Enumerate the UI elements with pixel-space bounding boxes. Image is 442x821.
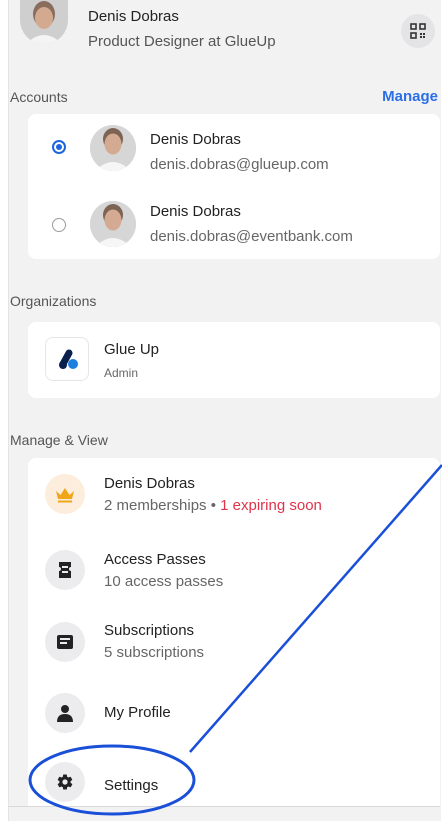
qr-code-icon (410, 23, 426, 39)
crown-icon (45, 474, 85, 514)
account-item[interactable]: Denis Dobras denis.dobras@glueup.com (28, 114, 440, 186)
header-role: Product Designer at GlueUp (88, 33, 276, 50)
manage-view-section-label: Manage & View (10, 432, 108, 448)
accounts-section-label: Accounts (10, 89, 68, 105)
memberships-item[interactable] (28, 458, 440, 530)
access-passes-title: Access Passes (104, 551, 206, 568)
subscriptions-item[interactable] (28, 612, 440, 676)
subscription-icon (45, 622, 85, 662)
subscriptions-title: Subscriptions (104, 622, 195, 639)
organizations-section-label: Organizations (10, 293, 97, 309)
accounts-card: Denis Dobras denis.dobras@glueup.com Den… (28, 114, 440, 259)
settings-item[interactable] (28, 752, 440, 806)
organization-item[interactable] (28, 322, 440, 398)
my-profile-title: My Profile (104, 704, 171, 721)
account-email: denis.dobras@eventbank.com (150, 228, 353, 245)
access-passes-item[interactable] (28, 540, 440, 604)
organization-name: Glue Up (104, 341, 160, 358)
account-name: Denis Dobras (150, 203, 241, 220)
pass-icon (45, 550, 85, 590)
account-radio-selected[interactable] (52, 140, 66, 154)
subscriptions-sub: 5 subscriptions (104, 644, 205, 661)
header-name: Denis Dobras (88, 8, 179, 25)
account-item[interactable]: Denis Dobras denis.dobras@eventbank.com (28, 186, 440, 258)
my-profile-item[interactable] (28, 684, 440, 744)
account-avatar (90, 201, 136, 247)
membership-sub: 2 memberships • 1 expiring soon (104, 497, 322, 514)
account-radio-unselected[interactable] (52, 218, 66, 232)
person-icon (45, 693, 85, 733)
expiring-soon-label: 1 expiring soon (220, 497, 322, 514)
qr-code-button[interactable] (401, 14, 435, 48)
gear-icon (45, 762, 85, 802)
organizations-card (28, 322, 440, 398)
divider (8, 806, 440, 807)
account-avatar (90, 125, 136, 171)
settings-title: Settings (104, 777, 159, 794)
account-name: Denis Dobras (150, 131, 241, 148)
account-email: denis.dobras@glueup.com (150, 156, 329, 173)
access-passes-sub: 10 access passes (104, 573, 224, 590)
glue-up-logo (45, 337, 89, 381)
manage-accounts-link[interactable]: Manage (382, 88, 438, 105)
organization-role: Admin (104, 366, 139, 380)
membership-title: Denis Dobras (104, 475, 195, 492)
